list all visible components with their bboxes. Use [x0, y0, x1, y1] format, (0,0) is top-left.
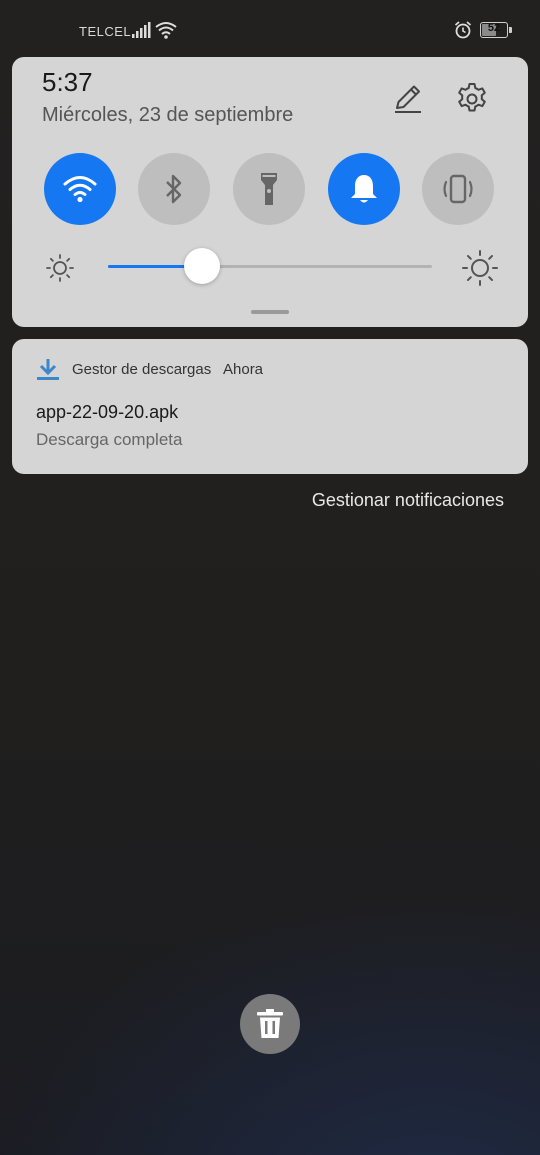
wifi-icon — [155, 22, 177, 39]
download-notification[interactable]: Gestor de descargas Ahora app-22-09-20.a… — [12, 339, 528, 474]
notification-app-name: Gestor de descargas — [72, 361, 212, 378]
quick-settings-panel: 5:37 Miércoles, 23 de septiembre — [12, 57, 528, 327]
notification-title: app-22-09-20.apk — [36, 402, 179, 422]
wifi-toggle[interactable] — [44, 153, 116, 225]
battery-icon: 52 — [480, 22, 512, 38]
alarm-icon — [454, 21, 472, 39]
bluetooth-icon — [166, 174, 182, 204]
bluetooth-toggle[interactable] — [138, 153, 210, 225]
notification-text: Descarga completa — [36, 430, 183, 449]
clock[interactable]: 5:37 — [42, 67, 93, 98]
brightness-high-icon — [462, 250, 498, 286]
flashlight-icon — [261, 173, 277, 205]
expand-handle[interactable] — [251, 310, 289, 314]
brightness-slider[interactable] — [108, 248, 432, 284]
gear-icon[interactable] — [454, 81, 490, 117]
status-bar: TELCEL 52 — [0, 0, 540, 60]
flashlight-toggle[interactable] — [233, 153, 305, 225]
vibrate-icon — [443, 174, 473, 204]
signal-icon — [132, 22, 151, 38]
wifi-icon — [63, 176, 97, 203]
brightness-low-icon — [46, 254, 74, 282]
vibrate-toggle[interactable] — [422, 153, 494, 225]
edit-icon[interactable] — [390, 81, 426, 117]
download-icon — [37, 359, 59, 380]
notification-time: Ahora — [223, 361, 264, 378]
trash-icon — [257, 1009, 283, 1038]
carrier-label: TELCEL — [79, 24, 132, 39]
manage-notifications-link[interactable]: Gestionar notificaciones — [312, 490, 504, 511]
sound-toggle[interactable] — [328, 153, 400, 225]
brightness-slider-thumb[interactable] — [183, 248, 220, 284]
date[interactable]: Miércoles, 23 de septiembre — [42, 104, 293, 127]
bell-icon — [351, 175, 377, 203]
battery-level: 52 — [487, 22, 501, 34]
clear-notifications-button[interactable] — [240, 994, 300, 1054]
